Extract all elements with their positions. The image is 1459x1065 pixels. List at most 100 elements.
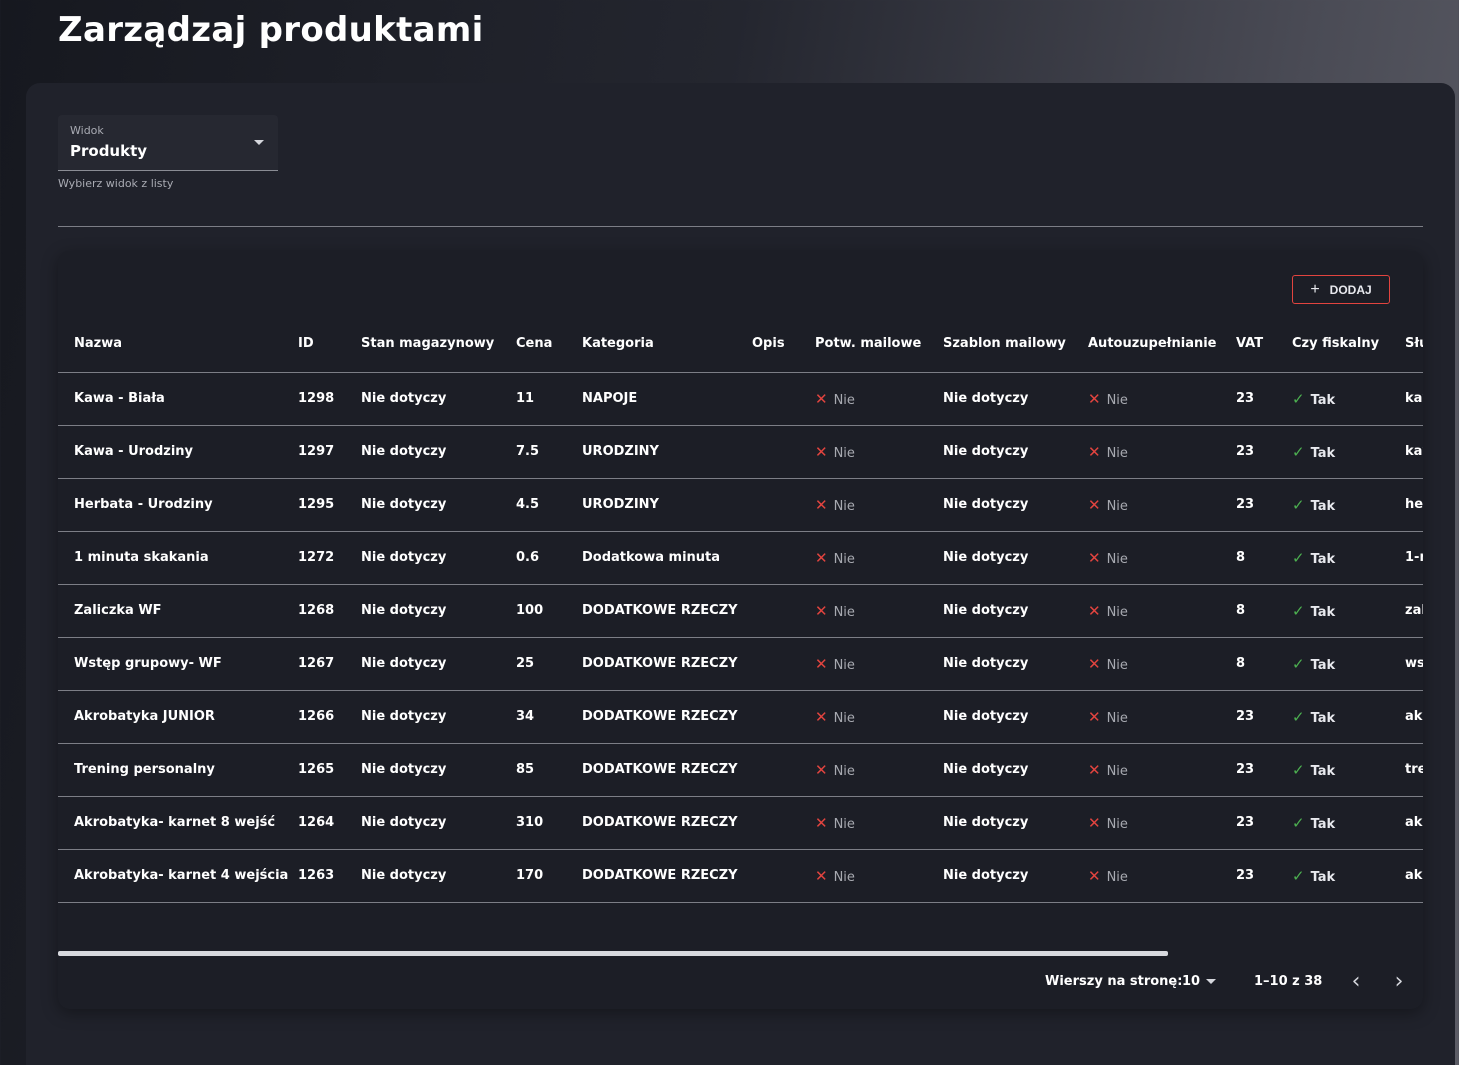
close-icon: ✕ [815,442,828,461]
cell-potw: ✕ Nie [815,849,943,903]
table-row[interactable]: Kawa - Biała 1298 Nie dotyczy 11 NAPOJE ✕ Nie N… [58,372,1423,426]
cell-kategoria: DODATKOWE RZECZY [582,637,752,691]
cell-id: 1267 [298,637,361,691]
check-icon: ✓ [1292,495,1305,514]
table-row[interactable]: Zaliczka WF 1268 Nie dotyczy 100 DODATKOWE R… [58,584,1423,638]
cell-szablon: Nie dotyczy [943,531,1088,585]
boolean-text: Nie [1106,392,1128,408]
column-header[interactable]: Cena [516,315,582,373]
cell-stan: Nie dotyczy [361,637,516,691]
caret-down-icon [254,140,264,145]
main-panel: Widok Produkty Wybierz widok z listy + D… [26,83,1455,1065]
cell-potw: ✕ Nie [815,796,943,850]
cell-auto: ✕ Nie [1088,690,1236,744]
column-header[interactable]: Stan magazynowy [361,315,516,373]
cell-kategoria: DODATKOWE RZECZY [582,796,752,850]
cell-stan: Nie dotyczy [361,531,516,585]
cell-nazwa: Kawa - Biała [58,372,298,426]
next-page-button[interactable]: › [1385,969,1413,997]
boolean-text: Nie [1106,710,1128,726]
cell-vat: 23 [1236,743,1292,797]
column-header[interactable]: Szablon mailowy [943,315,1088,373]
cell-cena: 85 [516,743,582,797]
column-header[interactable]: Potw. mailowe [815,315,943,373]
cell-vat: 23 [1236,425,1292,479]
boolean-text: Nie [1106,869,1128,885]
cell-slug: tre [1405,743,1423,797]
prev-page-button[interactable]: ‹ [1342,969,1370,997]
cell-slug: akr [1405,690,1423,744]
horizontal-scrollbar[interactable] [58,951,1168,956]
cell-stan: Nie dotyczy [361,372,516,426]
close-icon: ✕ [815,601,828,620]
cell-potw: ✕ Nie [815,690,943,744]
close-icon: ✕ [1088,866,1101,885]
table-row[interactable]: Akrobatyka JUNIOR 1266 Nie dotyczy 34 DODATK… [58,690,1423,744]
table-row[interactable]: Akrobatyka- karnet 4 wejścia 1263 Nie doty… [58,849,1423,903]
caret-down-icon [1206,979,1217,984]
cell-fiskalny: ✓ Tak [1292,531,1405,585]
boolean-text: Tak [1310,657,1336,673]
close-icon: ✕ [815,813,828,832]
chevron-right-icon: › [1394,969,1404,994]
table-row[interactable]: Wstęp grupowy- WF 1267 Nie dotyczy 25 DODATK… [58,637,1423,691]
column-header[interactable]: Nazwa [58,315,298,373]
cell-id: 1263 [298,849,361,903]
column-header[interactable]: Słu [1405,315,1423,373]
column-header[interactable]: VAT [1236,315,1292,373]
products-table-card: + DODAJ Nazwa ID Stan magazynowy Cena Katego… [58,251,1423,1009]
boolean-text: Nie [833,710,855,726]
rows-per-page-select[interactable]: 10 [1182,974,1217,989]
boolean-text: Nie [833,657,855,673]
cell-opis [752,372,815,426]
chevron-left-icon: ‹ [1351,969,1361,994]
rows-per-page-label: Wierszy na stronę: [1045,974,1183,989]
cell-auto: ✕ Nie [1088,531,1236,585]
table-row[interactable]: 1 minuta skakania 1272 Nie dotyczy 0.6 Dodat… [58,531,1423,585]
cell-vat: 23 [1236,478,1292,532]
column-header[interactable]: Kategoria [582,315,752,373]
cell-vat: 23 [1236,690,1292,744]
check-icon: ✓ [1292,654,1305,673]
cell-slug: zal [1405,584,1423,638]
cell-id: 1265 [298,743,361,797]
column-header[interactable]: Opis [752,315,815,373]
cell-potw: ✕ Nie [815,478,943,532]
cell-cena: 4.5 [516,478,582,532]
cell-auto: ✕ Nie [1088,796,1236,850]
column-header[interactable]: ID [298,315,361,373]
cell-id: 1268 [298,584,361,638]
cell-nazwa: Kawa - Urodziny [58,425,298,479]
table-row[interactable]: Kawa - Urodziny 1297 Nie dotyczy 7.5 URODZIN… [58,425,1423,479]
view-select-value: Produkty [70,142,148,160]
add-product-button[interactable]: + DODAJ [1292,275,1390,304]
cell-nazwa: Herbata - Urodziny [58,478,298,532]
table-row[interactable]: Akrobatyka- karnet 8 wejść 1264 Nie dotycz… [58,796,1423,850]
table-header-row: Nazwa ID Stan magazynowy Cena Kategoria Opis P… [58,315,1423,373]
cell-vat: 8 [1236,531,1292,585]
check-icon: ✓ [1292,760,1305,779]
cell-potw: ✕ Nie [815,637,943,691]
column-header[interactable]: Autouzupełnianie [1088,315,1236,373]
cell-opis [752,796,815,850]
boolean-text: Tak [1310,763,1336,779]
boolean-text: Nie [1106,551,1128,567]
boolean-text: Tak [1310,445,1336,461]
cell-auto: ✕ Nie [1088,849,1236,903]
close-icon: ✕ [1088,601,1101,620]
cell-vat: 23 [1236,372,1292,426]
column-header[interactable]: Czy fiskalny [1292,315,1405,373]
pagination-range: 1–10 z 38 [1254,974,1323,989]
table-row[interactable]: Trening personalny 1265 Nie dotyczy 85 DODAT… [58,743,1423,797]
cell-szablon: Nie dotyczy [943,690,1088,744]
cell-nazwa: Trening personalny [58,743,298,797]
view-select[interactable]: Widok Produkty [58,115,278,171]
cell-nazwa: Akrobatyka- karnet 8 wejść [58,796,298,850]
cell-slug: akr [1405,796,1423,850]
boolean-text: Nie [833,604,855,620]
cell-nazwa: Akrobatyka JUNIOR [58,690,298,744]
cell-szablon: Nie dotyczy [943,743,1088,797]
cell-opis [752,531,815,585]
table-row[interactable]: Herbata - Urodziny 1295 Nie dotyczy 4.5 UROD… [58,478,1423,532]
close-icon: ✕ [815,548,828,567]
